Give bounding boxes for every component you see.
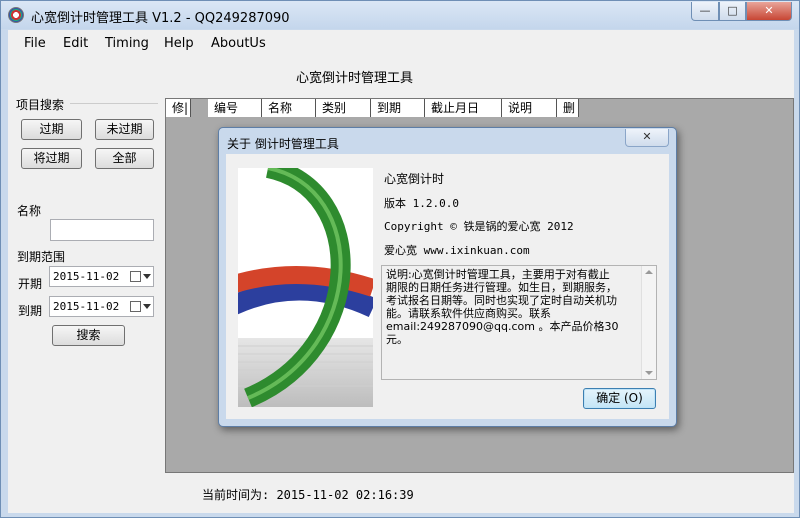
menu-aboutus[interactable]: AboutUs [211,36,266,51]
group-divider [70,103,158,104]
menu-timing[interactable]: Timing [105,36,149,51]
column-due[interactable]: 到期 [371,99,425,117]
expired-button[interactable]: 过期 [21,119,82,140]
window-title: 心宽倒计时管理工具 V1.2 - QQ249287090 [31,11,290,26]
description-line: 考试报名日期等。同时也实现了定时自动关机功 [386,294,617,307]
description-textbox[interactable]: 说明:心宽倒计时管理工具，主要用于对有截止 期限的日期任务进行管理。如生日，到期… [381,265,657,380]
search-group-title: 项目搜索 [16,98,65,112]
search-button[interactable]: 搜索 [52,325,125,346]
dialog-close-button[interactable]: ✕ [625,129,669,147]
not-expired-button[interactable]: 未过期 [95,119,154,140]
menu-bar: File Edit Timing Help AboutUs [8,30,794,56]
description-line: email:249287090@qq.com 。本产品价格30元。 [386,320,619,346]
copyright-label: Copyright © 铁是锅的爱心宽 2012 [384,220,574,233]
end-label: 到期 [18,304,43,318]
end-date-value: 2015-11-02 [53,300,120,313]
start-label: 开期 [18,277,43,291]
scroll-up-icon[interactable] [645,270,653,274]
column-category[interactable]: 类别 [316,99,371,117]
description-line: 期限的日期任务进行管理。如生日，到期服务， [386,281,617,294]
description-line: 能。请联系软件供应商购买。联系 [386,307,551,320]
menu-file[interactable]: File [24,36,46,51]
chevron-down-icon[interactable] [143,274,151,279]
app-heading: 心宽倒计时管理工具 [296,71,414,86]
dialog-title: 关于 倒计时管理工具 [227,137,339,151]
menu-edit[interactable]: Edit [63,36,88,51]
column-deadline-date[interactable]: 截止月日 [425,99,502,117]
current-time-label: 当前时间为: 2015-11-02 02:16:39 [202,488,414,502]
column-edit[interactable]: 修| [166,99,191,117]
column-description[interactable]: 说明 [502,99,557,117]
expiring-button[interactable]: 将过期 [21,148,82,169]
calendar-icon [130,271,141,282]
about-dialog: 关于 倒计时管理工具 ✕ 心宽倒计时 版本 1.2.0.0 Copyright … [218,127,677,427]
chevron-down-icon[interactable] [143,304,151,309]
ok-button[interactable]: 确定 (O) [583,388,656,409]
name-input[interactable] [50,219,154,241]
name-label: 名称 [17,204,42,218]
end-date-picker[interactable]: 2015-11-02 [49,296,154,317]
product-name: 心宽倒计时 [384,172,445,186]
scroll-down-icon[interactable] [645,371,653,375]
dialog-body: 心宽倒计时 版本 1.2.0.0 Copyright © 铁是锅的爱心宽 201… [226,154,669,419]
close-button[interactable]: ✕ [746,2,792,21]
description-line: 说明:心宽倒计时管理工具，主要用于对有截止 [386,268,610,281]
column-id[interactable]: 编号 [208,99,262,117]
app-icon [8,7,24,23]
calendar-icon [130,301,141,312]
maximize-button[interactable]: □ [719,2,746,21]
version-label: 版本 1.2.0.0 [384,197,459,210]
product-logo [238,168,373,407]
column-delete[interactable]: 删 [557,99,579,117]
title-bar[interactable]: 心宽倒计时管理工具 V1.2 - QQ249287090 — □ ✕ [1,1,799,29]
menu-help[interactable]: Help [164,36,194,51]
start-date-value: 2015-11-02 [53,270,120,283]
range-label: 到期范围 [17,250,66,264]
minimize-button[interactable]: — [691,2,719,21]
website-label: 爱心宽 www.ixinkuan.com [384,244,530,257]
description-scrollbar[interactable] [641,266,656,379]
all-button[interactable]: 全部 [95,148,154,169]
column-name[interactable]: 名称 [262,99,316,117]
start-date-picker[interactable]: 2015-11-02 [49,266,154,287]
